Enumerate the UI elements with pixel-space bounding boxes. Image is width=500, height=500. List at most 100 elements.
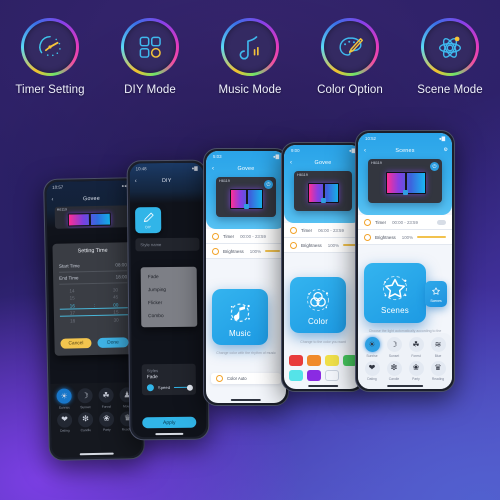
swatch-orange[interactable]	[307, 355, 321, 366]
phone-diy-mode[interactable]: 10:48 ●▇ ‹ DIY DIY Style name Fade Jumpi…	[126, 159, 210, 441]
scene-tile[interactable]: ☀ Sunrise	[362, 337, 382, 358]
brightness-slider[interactable]	[264, 250, 280, 252]
styles-label: Styles	[146, 368, 159, 374]
scene-tile[interactable]: ❤ Dating	[362, 360, 382, 381]
timer-label: Timer	[375, 219, 387, 225]
star-circle-icon	[382, 275, 408, 300]
feature-timer-setting[interactable]: Timer Setting	[3, 18, 97, 96]
power-button[interactable]: ⏻	[264, 180, 273, 189]
setting-time-dialog[interactable]: Setting Time Start Time 08:00 End Time 1…	[52, 242, 135, 356]
phone-scene-mode[interactable]: 10:52 ●▇ ‹ Scenes ⚙ H6119 ⏻ Timer 00:00 …	[355, 130, 455, 392]
device-preview-card[interactable]: H6119	[54, 205, 130, 229]
timer-toggle[interactable]	[437, 219, 446, 225]
timer-icon	[364, 218, 371, 226]
swatch-red[interactable]	[289, 355, 303, 366]
scene-tile[interactable]: ☘ Forest	[96, 387, 115, 409]
chevron-left-icon[interactable]: ‹	[212, 166, 214, 172]
device-label: H6119	[219, 179, 230, 183]
phone-color-option[interactable]: 9:00 ●▇ ‹ Govee H6119 Timer 06:00 - 23:5…	[281, 142, 365, 392]
scene-tile[interactable]: ❇ Candle	[76, 411, 95, 433]
timer-row[interactable]: Timer 00:00 - 23:59	[358, 215, 452, 230]
phone2-screen: 10:48 ●▇ ‹ DIY DIY Style name Fade Jumpi…	[129, 162, 207, 438]
status-time: 10:57	[52, 184, 64, 190]
style-name-label: Style name	[140, 242, 162, 248]
scene-label: Candle	[388, 377, 400, 381]
scene-tile[interactable]: ☘ Forest	[406, 337, 426, 358]
brightness-icon	[364, 233, 371, 241]
speed-slider-row[interactable]: Speed	[146, 384, 193, 392]
feature-music-mode[interactable]: Music Mode	[203, 18, 297, 96]
picker-selection-band	[59, 307, 128, 317]
apply-button[interactable]: Apply	[142, 416, 197, 429]
swatch-white[interactable]	[325, 370, 339, 381]
device-preview-card[interactable]: H6119 ⏻	[216, 177, 276, 217]
style-dropdown[interactable]: Fade Jumping Flicker Combo	[140, 266, 198, 328]
feature-scene-mode[interactable]: Scene Mode	[403, 18, 497, 96]
phone-music-mode[interactable]: 5:03 ●▇ ‹ Govee H6119 ⏻ Timer 00:00 - 23…	[203, 148, 289, 406]
scene-tile[interactable]: ☀ Sunrise	[54, 388, 73, 409]
scene-tile[interactable]: ☽ Sunset	[75, 388, 94, 409]
chevron-left-icon[interactable]: ‹	[290, 160, 292, 166]
dropdown-option-combo[interactable]: Combo	[141, 310, 197, 324]
scene-label: Sunrise	[58, 405, 70, 410]
hour-option[interactable]: 18	[61, 317, 84, 325]
app-title: Govee	[314, 159, 332, 166]
dropdown-option-flicker[interactable]: Flicker	[141, 297, 197, 311]
brightness-icon	[212, 247, 219, 255]
device-preview-card[interactable]: H6119 ⏻	[368, 159, 442, 203]
style-name-section[interactable]: Style name	[135, 237, 200, 252]
brightness-row[interactable]: Brightness 100%	[206, 244, 286, 259]
scene-label: Candle	[80, 428, 92, 433]
time-picker[interactable]: 14 15 16 17 18 : 30 45 00 15 30	[59, 286, 128, 331]
scene-tile[interactable]: ❇ Candle	[384, 360, 404, 381]
chevron-left-icon[interactable]: ‹	[135, 178, 137, 184]
music-mode-card[interactable]: Music	[212, 289, 268, 345]
scenes-mini-card[interactable]: Scenes	[425, 281, 447, 307]
swatch-yellow[interactable]	[325, 355, 339, 366]
feature-diy-mode[interactable]: DIY Mode	[103, 18, 197, 96]
power-button[interactable]: ⏻	[430, 162, 439, 171]
speed-slider-track[interactable]	[174, 384, 193, 391]
end-time-value: 18:00	[115, 274, 128, 280]
color-mode-card[interactable]: Color	[290, 277, 346, 333]
nav-bar: ‹ Govee	[50, 193, 132, 204]
done-button[interactable]: Done	[97, 337, 129, 348]
end-time-row[interactable]: End Time 18:00	[59, 271, 128, 285]
timer-row[interactable]: Timer 00:00 - 23:59	[206, 229, 286, 244]
brightness-row[interactable]: Brightness 100%	[358, 230, 452, 245]
gear-icon[interactable]: ⚙	[444, 147, 448, 153]
minute-option[interactable]: 30	[105, 316, 128, 324]
chevron-left-icon[interactable]: ‹	[51, 196, 53, 202]
scene-grid: ☀ Sunrise ☽ Sunset ☘ Forest ♟ Movie ❤ Dating …	[54, 387, 137, 433]
phone2-header: 10:48 ●▇ ‹ DIY	[129, 162, 204, 204]
device-preview-card[interactable]: H6119	[294, 171, 352, 211]
color-auto-row[interactable]: Color Auto	[211, 373, 281, 384]
speed-slider-knob[interactable]	[186, 384, 193, 391]
scene-tile[interactable]: ♛ Reading	[428, 360, 448, 381]
dropdown-option-jumping[interactable]: Jumping	[141, 284, 197, 298]
scene-tile[interactable]: ❀ Party	[97, 411, 116, 432]
forest-icon: ☘	[408, 337, 424, 352]
timer-label: Timer	[301, 227, 313, 233]
styles-section[interactable]: Styles Fade Speed	[141, 363, 196, 396]
scene-tile[interactable]: ❤ Dating	[55, 411, 74, 433]
dialog-title: Setting Time	[77, 247, 108, 255]
grid-squares-icon	[139, 36, 161, 58]
chevron-left-icon[interactable]: ‹	[364, 148, 366, 154]
speed-label: Speed	[157, 384, 171, 391]
swatch-cyan[interactable]	[289, 370, 303, 381]
scene-tile[interactable]: ≋ Blue	[428, 337, 448, 358]
scene-label: Forest	[101, 404, 112, 409]
diy-badge[interactable]: DIY	[135, 207, 162, 234]
scene-tile[interactable]: ❀ Party	[406, 360, 426, 381]
scenes-mode-card[interactable]: Scenes	[364, 263, 426, 323]
brightness-slider[interactable]	[416, 236, 446, 238]
swatch-purple[interactable]	[307, 370, 321, 381]
brightness-label: Brightness	[301, 242, 322, 248]
timer-row[interactable]: Timer 06:00 - 23:59	[284, 223, 362, 238]
dropdown-option-fade[interactable]: Fade	[141, 271, 197, 285]
scene-tile[interactable]: ☽ Sunset	[384, 337, 404, 358]
brightness-row[interactable]: Brightness 100%	[284, 238, 362, 253]
cancel-button[interactable]: Cancel	[60, 338, 92, 349]
feature-color-option[interactable]: Color Option	[303, 18, 397, 96]
